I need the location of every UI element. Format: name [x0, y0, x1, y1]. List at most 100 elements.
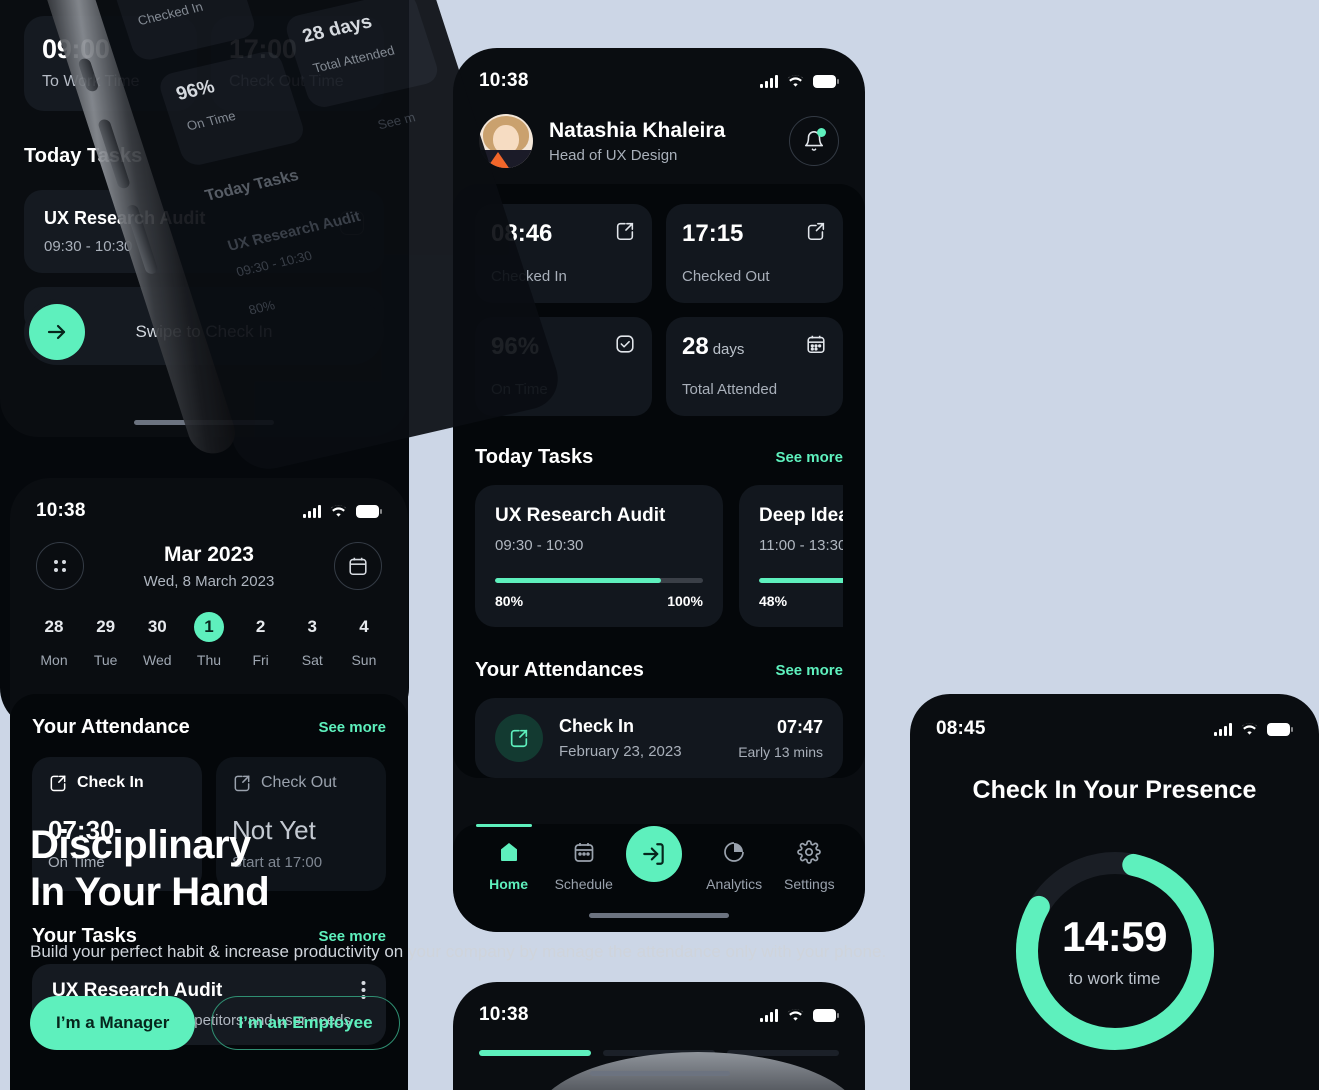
status-time: 10:38: [36, 500, 86, 521]
today-tasks-carousel[interactable]: UX Research Audit 09:30 - 10:30 80% 100%…: [475, 485, 843, 627]
metric-value: 28 days: [682, 333, 744, 361]
mockup-label: On Time: [184, 108, 238, 134]
arrow-right-icon: [47, 324, 66, 340]
mockup-section-title: Today Tasks: [203, 167, 301, 205]
metric-label: Checked Out: [682, 268, 770, 285]
profile-text: Natashia Khaleira Head of UX Design: [549, 118, 725, 164]
profile-role: Head of UX Design: [549, 147, 678, 165]
day-number: 30: [147, 617, 167, 636]
countdown-label: to work time: [1068, 969, 1161, 988]
check-out-icon: [234, 775, 250, 792]
battery-icon: [356, 504, 382, 518]
attendance-header: Your Attendance See more: [32, 716, 386, 739]
profile-name: Natashia Khaleira: [549, 118, 726, 142]
mockup-ghost-task: UX Research Audit: [225, 208, 363, 255]
day-number: 1: [193, 612, 224, 642]
mockup-card-on-time: 96% On Time: [156, 48, 308, 168]
day-number: 2: [255, 617, 266, 636]
grid-dots-icon: [54, 560, 66, 572]
phone-center: 10:38 Natashia Khaleira Head of UX Desig…: [453, 48, 865, 932]
attendance-record-date: February 23, 2023: [559, 743, 682, 760]
status-time: 08:45: [936, 718, 986, 739]
calendar-date: Wed, 8 March 2023: [143, 572, 275, 590]
today-task-card[interactable]: UX Research Audit 09:30 - 10:30 80% 100%: [475, 485, 723, 627]
today-tasks-see-more[interactable]: See more: [775, 449, 843, 466]
metric-total-attended[interactable]: 28 days Total Attended: [666, 317, 843, 416]
profile-header: Natashia Khaleira Head of UX Design: [453, 98, 865, 168]
status-time: 10:38: [479, 70, 529, 91]
status-icons: [760, 74, 839, 88]
today-task-time: 09:30 - 10:30: [495, 537, 584, 554]
week-strip: 28 Mon 29 Tue 30 Wed 1 Thu 2 Fri 3 Sat 4 Sun: [10, 590, 408, 668]
today-task-title: UX Research Audit: [495, 505, 666, 526]
day-weekday: Mon: [40, 652, 68, 668]
countdown-ring: 14:59 to work time: [1011, 847, 1219, 1055]
attendances-title: Your Attendances: [475, 659, 644, 681]
today-tasks-header: Today Tasks See more: [475, 446, 843, 469]
attendance-record[interactable]: Check In February 23, 2023 07:47 Early 1…: [475, 698, 843, 778]
calendar-button[interactable]: [333, 542, 382, 590]
day-weekday: Fri: [252, 652, 269, 668]
calendar-month: Mar 2023: [164, 542, 254, 566]
status-icons: [303, 504, 382, 518]
progress-max: 100%: [667, 593, 703, 609]
today-task-time: 11:00 - 13:30: [759, 537, 843, 554]
metric-checked-out[interactable]: 17:15 Checked Out: [666, 204, 843, 303]
calendar-title: Mar 2023 Wed, 8 March 2023: [144, 543, 275, 590]
check-in-icon: [510, 729, 528, 748]
status-bar: 10:38: [10, 494, 408, 528]
metric-top: 28 days: [682, 333, 827, 361]
day-weekday: Tue: [93, 652, 118, 668]
attendance-see-more[interactable]: See more: [318, 719, 386, 736]
day-weekday: Sun: [351, 652, 377, 668]
presence-title: Check In Your Presence: [972, 776, 1257, 804]
attendance-record-right: 07:47 Early 13 mins: [738, 717, 823, 760]
day-cell[interactable]: 30 Wed: [135, 612, 179, 668]
notification-dot: [817, 128, 826, 137]
progress-current: 80%: [495, 593, 524, 609]
metric-label: Total Attended: [682, 381, 778, 398]
mockup-card-total-attended: 28 days Total Attended: [282, 0, 442, 111]
attendance-record-type: Check In: [559, 716, 635, 736]
ring-center-text: 14:59 to work time: [1011, 847, 1219, 1055]
day-cell[interactable]: 29 Tue: [84, 612, 128, 668]
mockup-ghost-time: 09:30 - 10:30: [234, 247, 314, 280]
check-out-label: Check Out: [261, 774, 337, 791]
wifi-icon: [1241, 722, 1258, 736]
today-tasks-title: Today Tasks: [475, 446, 594, 468]
metric-top: 17:15: [682, 220, 827, 248]
attendance-record-icon-wrap: [495, 714, 543, 762]
day-cell[interactable]: 3 Sat: [290, 612, 334, 668]
attendance-record-note: Early 13 mins: [738, 743, 823, 760]
day-cell[interactable]: 28 Mon: [32, 612, 76, 668]
attendance-title: Your Attendance: [32, 716, 190, 738]
today-task-title: Deep Ideation: [759, 505, 843, 526]
calendar-icon: [807, 335, 825, 354]
check-square-icon: [616, 335, 634, 353]
mockup-value: 96%: [173, 76, 218, 105]
mockup-label: Checked In: [135, 0, 205, 29]
day-cell-selected[interactable]: 1 Thu: [187, 612, 231, 668]
day-number: 29: [96, 617, 116, 636]
today-task-progress-labels: 48%: [759, 593, 843, 609]
attendance-record-text: Check In February 23, 2023: [559, 716, 682, 760]
attendances-see-more[interactable]: See more: [775, 662, 843, 679]
today-task-card[interactable]: Deep Ideation 11:00 - 13:30 48%: [739, 485, 843, 627]
notification-button[interactable]: [789, 116, 839, 166]
progress-fill: [495, 578, 662, 583]
check-in-label: Check In: [77, 774, 144, 791]
day-weekday: Wed: [143, 652, 172, 668]
progress-current: 48%: [759, 593, 788, 609]
day-weekday: Sat: [301, 652, 323, 668]
day-cell[interactable]: 4 Sun: [342, 612, 386, 668]
signal-icon: [303, 504, 321, 518]
check-out-head: Check Out: [232, 773, 370, 793]
check-in-head: Check In: [48, 773, 186, 793]
menu-dots-button[interactable]: [36, 542, 84, 590]
check-in-icon: [616, 222, 634, 241]
phone-right-bottom: 08:45 Check In Your Presence 14:59 to wo…: [910, 694, 1319, 1090]
mockup-card-checked-in: 08:46 Checked In: [107, 0, 259, 63]
signal-icon: [760, 74, 778, 88]
day-cell[interactable]: 2 Fri: [239, 612, 283, 668]
day-number: 4: [359, 617, 369, 636]
